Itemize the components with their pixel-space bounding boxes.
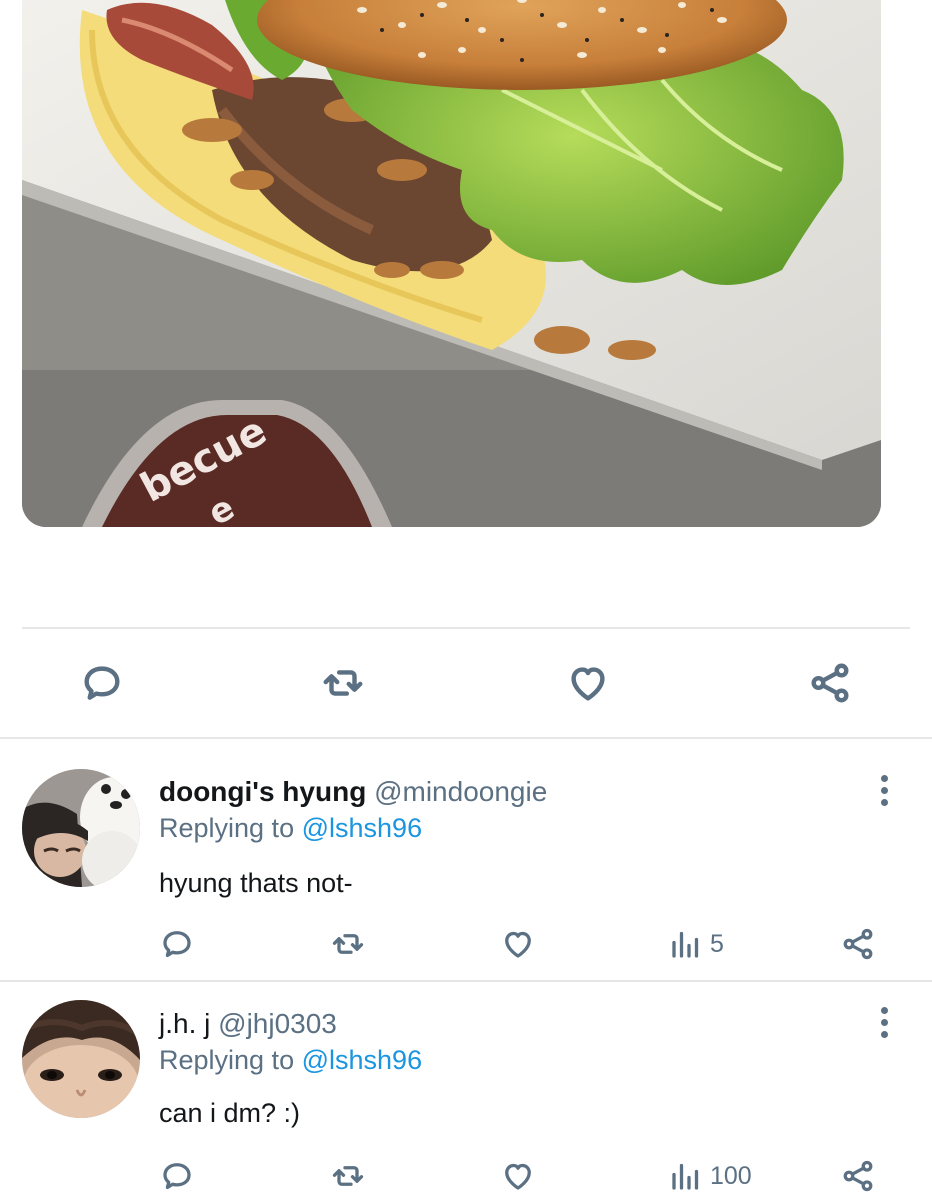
avatar-image: [22, 1000, 140, 1118]
avatar[interactable]: [22, 1000, 140, 1118]
heart-icon: [505, 931, 531, 958]
reply-button[interactable]: [74, 655, 130, 711]
replying-prefix: Replying to: [159, 813, 295, 843]
more-dot: [880, 1030, 888, 1038]
tweet-action-bar: [0, 655, 932, 711]
user-handle[interactable]: @jhj0303: [218, 1008, 337, 1039]
user-handle[interactable]: @mindoongie: [374, 776, 547, 807]
more-options-button[interactable]: [868, 770, 900, 810]
views-button[interactable]: 5: [668, 922, 724, 966]
reply-button[interactable]: [159, 1154, 195, 1198]
retweet-button[interactable]: [330, 922, 366, 966]
like-button[interactable]: [500, 1154, 536, 1198]
heart-icon: [571, 667, 605, 701]
divider: [0, 737, 932, 739]
share-button[interactable]: [840, 922, 876, 966]
share-icon: [843, 1160, 873, 1192]
reply-icon: [163, 1163, 191, 1190]
views-count: 5: [710, 929, 724, 958]
display-name[interactable]: j.h. j: [159, 1008, 210, 1039]
more-dot: [880, 1018, 888, 1026]
retweet-icon: [332, 934, 364, 954]
reply-tweet[interactable]: doongi's hyung @mindoongie Replying to @…: [0, 740, 932, 980]
analytics-icon: [672, 931, 699, 958]
reply-tweet[interactable]: j.h. j @jhj0303 Replying to @lshsh96 can…: [0, 982, 932, 1200]
reply-action-bar: 5: [0, 922, 932, 966]
more-dot: [880, 798, 888, 806]
replying-mention-link[interactable]: @lshsh96: [302, 813, 422, 843]
more-dot: [880, 786, 888, 794]
replying-mention-link[interactable]: @lshsh96: [302, 1045, 422, 1075]
retweet-icon: [323, 670, 363, 696]
share-button[interactable]: [802, 655, 858, 711]
tweet-photo[interactable]: becue e: [22, 0, 881, 527]
reply-author[interactable]: j.h. j @jhj0303: [159, 1007, 337, 1041]
reply-text: hyung thats not-: [159, 868, 353, 898]
retweet-button[interactable]: [330, 1154, 366, 1198]
share-icon: [843, 928, 873, 960]
share-button[interactable]: [840, 1154, 876, 1198]
views-count: 100: [710, 1161, 752, 1190]
analytics-icon: [672, 1163, 699, 1190]
retweet-button[interactable]: [315, 655, 371, 711]
more-dot: [880, 774, 888, 782]
reply-text: can i dm? :): [159, 1098, 301, 1128]
divider: [22, 627, 910, 629]
reply-icon: [163, 931, 191, 958]
more-dot: [880, 1006, 888, 1014]
reply-author[interactable]: doongi's hyung @mindoongie: [159, 775, 547, 809]
reply-icon: [84, 666, 120, 700]
reply-button[interactable]: [159, 922, 195, 966]
replying-to-line: Replying to @lshsh96: [159, 1043, 422, 1077]
like-button[interactable]: [500, 922, 536, 966]
more-options-button[interactable]: [868, 1002, 900, 1042]
views-button[interactable]: 100: [668, 1154, 752, 1198]
avatar-image: [22, 769, 140, 887]
heart-icon: [505, 1163, 531, 1190]
burger-image: becue e: [22, 0, 881, 527]
replying-to-line: Replying to @lshsh96: [159, 811, 422, 845]
like-button[interactable]: [560, 655, 616, 711]
display-name[interactable]: doongi's hyung: [159, 776, 366, 807]
avatar[interactable]: [22, 769, 140, 887]
share-icon: [811, 663, 849, 703]
reply-action-bar: 100: [0, 1154, 932, 1198]
retweet-icon: [332, 1166, 364, 1186]
replying-prefix: Replying to: [159, 1045, 295, 1075]
